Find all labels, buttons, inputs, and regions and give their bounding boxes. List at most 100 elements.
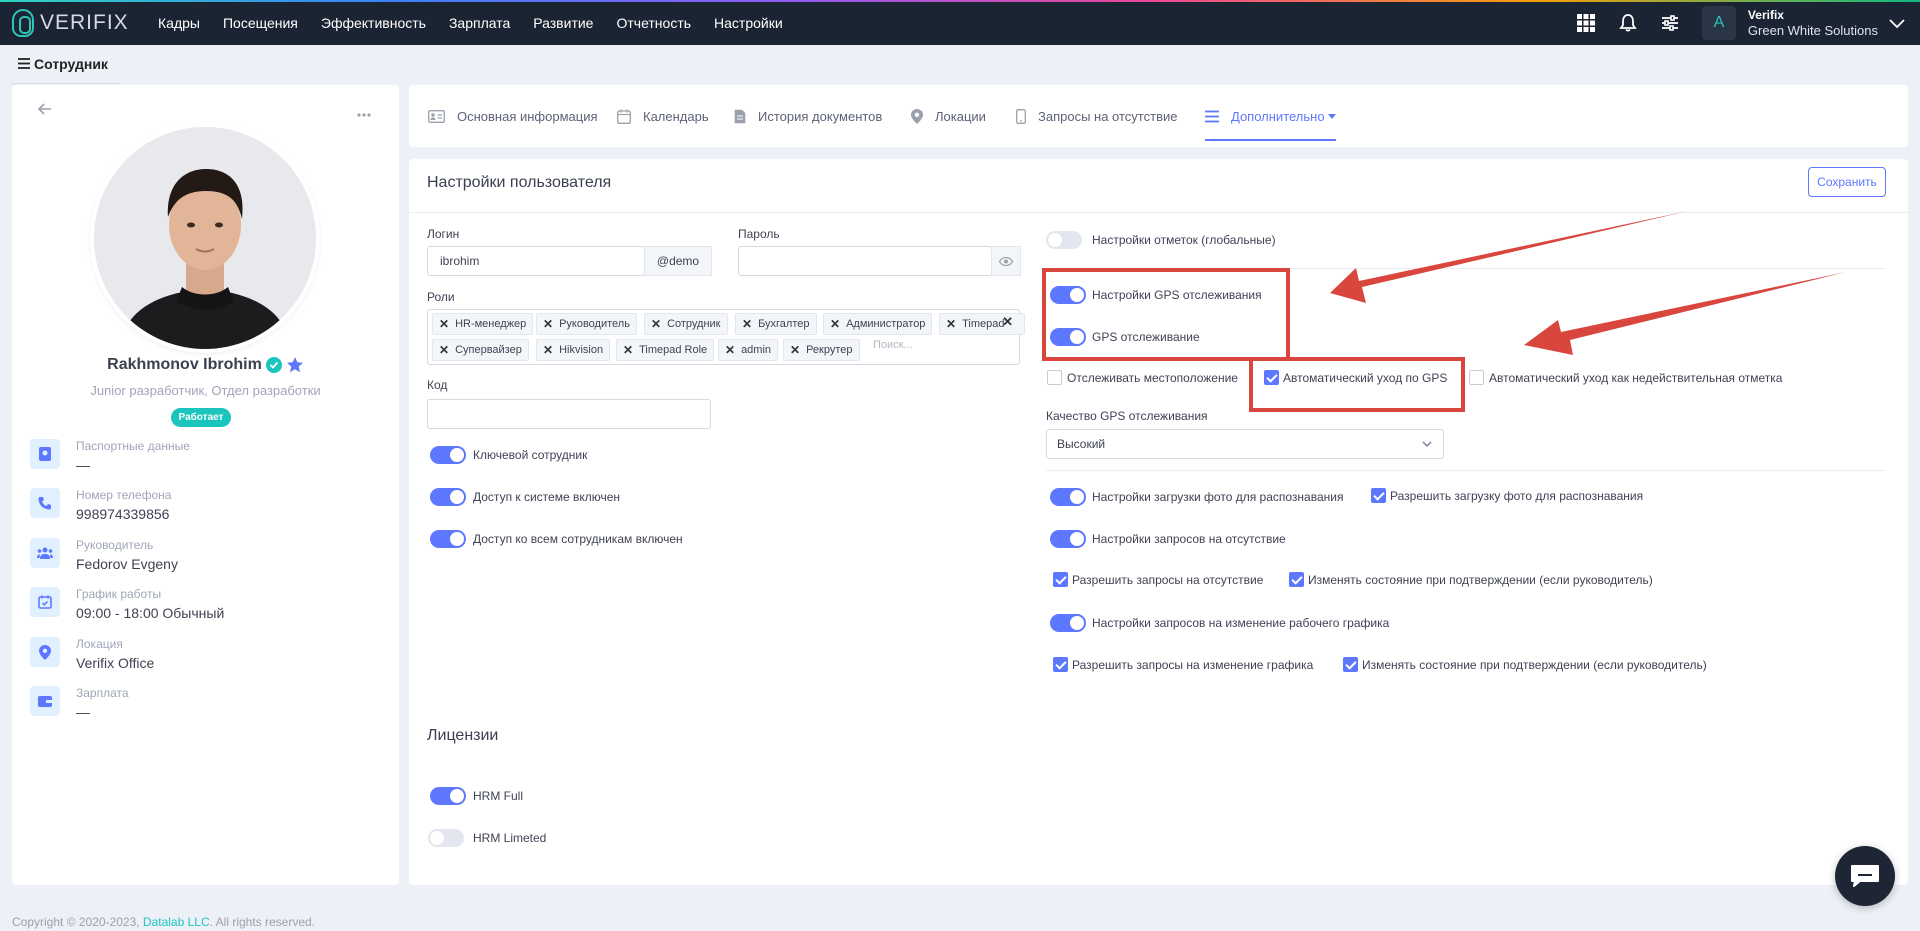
footer: Copyright © 2020-2023, Datalab LLC. All … — [12, 915, 315, 929]
nav-item-reports[interactable]: Отчетность — [616, 15, 691, 31]
tab-absence-requests[interactable]: Запросы на отсутствие — [1016, 85, 1177, 147]
password-label: Пароль — [738, 227, 780, 241]
more-horizontal-icon[interactable] — [357, 105, 371, 120]
track-location-checkbox[interactable] — [1047, 370, 1062, 385]
role-chip-label: Руководитель — [559, 318, 630, 330]
tab-locations[interactable]: Локации — [911, 85, 986, 147]
user-settings-title: Настройки пользователя — [427, 174, 612, 191]
nav-item-kadry[interactable]: Кадры — [158, 15, 200, 31]
track-location-label: Отслеживать местоположение — [1067, 371, 1238, 385]
nav-item-salary[interactable]: Зарплата — [449, 15, 510, 31]
schedule-change-state-label: Изменять состояние при подтверждении (ес… — [1362, 658, 1707, 672]
hrm-full-toggle[interactable] — [430, 787, 466, 805]
role-chip[interactable]: ✕ Бухгалтер — [735, 313, 817, 335]
schedule-requests-toggle[interactable] — [1050, 614, 1086, 632]
save-button[interactable]: Сохранить — [1808, 167, 1886, 197]
clear-all-icon[interactable]: ✕ — [1002, 314, 1013, 330]
remove-icon[interactable]: ✕ — [651, 317, 661, 331]
auto-leave-invalid-checkbox[interactable] — [1469, 370, 1484, 385]
info-value: Fedorov Evgeny — [76, 556, 178, 572]
role-chip-label: Timepad Role — [639, 344, 708, 356]
remove-icon[interactable]: ✕ — [543, 317, 553, 331]
role-chip[interactable]: ✕ HR-менеджер — [432, 313, 534, 335]
all-employees-access-toggle[interactable] — [430, 530, 466, 548]
login-input[interactable]: ibrohim — [427, 246, 645, 276]
allow-photo-checkbox[interactable] — [1371, 488, 1386, 503]
remove-icon[interactable]: ✕ — [439, 343, 449, 357]
footer-suffix: . All rights reserved. — [209, 915, 316, 929]
apps-grid-icon[interactable] — [1576, 13, 1596, 33]
arrow-left-icon[interactable] — [37, 102, 52, 119]
code-input[interactable] — [427, 399, 711, 429]
allow-absence-checkbox[interactable] — [1053, 572, 1068, 587]
remove-icon[interactable]: ✕ — [790, 343, 800, 357]
role-chip[interactable]: ✕ Сотрудник — [644, 313, 728, 335]
licenses-title: Лицензии — [427, 727, 499, 744]
remove-icon[interactable]: ✕ — [439, 317, 449, 331]
role-chip-label: Супервайзер — [455, 344, 522, 356]
remove-icon[interactable]: ✕ — [623, 343, 633, 357]
role-chip[interactable]: ✕ Hikvision — [536, 339, 611, 361]
chat-button[interactable] — [1835, 846, 1895, 906]
account-avatar[interactable]: A — [1701, 5, 1736, 40]
nav-item-attendance[interactable]: Посещения — [223, 15, 298, 31]
key-employee-label: Ключевой сотрудник — [473, 448, 588, 462]
schedule-change-state-checkbox[interactable] — [1343, 657, 1358, 672]
remove-icon[interactable]: ✕ — [830, 317, 840, 331]
calendar-icon — [617, 109, 631, 124]
role-chip-label: Администратор — [846, 318, 926, 330]
bell-icon[interactable] — [1618, 13, 1638, 33]
remove-icon[interactable]: ✕ — [543, 343, 553, 357]
allow-schedule-label: Разрешить запросы на изменение графика — [1072, 658, 1314, 672]
marks-global-toggle[interactable] — [1046, 231, 1082, 249]
role-chip[interactable]: ✕ Timepad Role — [616, 339, 715, 361]
roles-multiselect[interactable]: ✕ HR-менеджер ✕ Руководитель ✕ Сотрудник ✕ Б… — [427, 309, 1026, 365]
system-access-label: Доступ к системе включен — [473, 490, 621, 504]
key-employee-toggle[interactable] — [430, 446, 466, 464]
hrm-limited-toggle[interactable] — [428, 829, 464, 847]
system-access-toggle[interactable] — [430, 488, 466, 506]
tab-additional[interactable]: Дополнительно — [1205, 85, 1336, 147]
page-title: Сотрудник — [18, 56, 108, 72]
logo-text: VERIFIX — [40, 10, 129, 34]
tab-main-info[interactable]: Основная информация — [428, 85, 598, 147]
absence-requests-toggle[interactable] — [1050, 530, 1086, 548]
gps-quality-select[interactable]: Высокий — [1046, 429, 1444, 459]
chevron-down-icon[interactable] — [1886, 12, 1908, 34]
photo-upload-toggle[interactable] — [1050, 488, 1086, 506]
roles-search-input[interactable]: Поиск... — [873, 339, 913, 351]
remove-icon[interactable]: ✕ — [742, 317, 752, 331]
caret-down-icon — [1327, 113, 1336, 119]
nav-item-settings[interactable]: Настройки — [714, 15, 783, 31]
remove-icon[interactable]: ✕ — [946, 317, 956, 331]
tab-document-history[interactable]: История документов — [734, 85, 882, 147]
star-icon[interactable] — [286, 356, 304, 374]
absence-change-state-checkbox[interactable] — [1289, 572, 1304, 587]
sliders-icon[interactable] — [1660, 13, 1680, 33]
password-input[interactable] — [738, 246, 992, 276]
all-employees-access-label: Доступ ко всем сотрудникам включен — [473, 532, 683, 546]
hrm-limited-label: HRM Limeted — [473, 831, 547, 845]
role-chip[interactable]: ✕ admin — [718, 339, 779, 361]
logo[interactable]: VERIFIX — [12, 8, 132, 37]
account-info[interactable]: Verifix Green White Solutions — [1748, 8, 1878, 38]
remove-icon[interactable]: ✕ — [725, 343, 735, 357]
menu-icon[interactable] — [18, 56, 30, 72]
verified-icon — [265, 357, 282, 373]
role-chip[interactable]: ✕ Рекрутер — [783, 339, 860, 361]
tab-label: Дополнительно — [1231, 108, 1325, 124]
login-label: Логин — [427, 227, 460, 241]
role-chip[interactable]: ✕ Супервайзер — [432, 339, 529, 361]
tab-label: Запросы на отсутствие — [1038, 108, 1178, 124]
info-location: Локация Verifix Office — [30, 637, 154, 673]
nav-item-efficiency[interactable]: Эффективность — [321, 15, 426, 31]
nav-item-development[interactable]: Развитие — [533, 15, 593, 31]
chevron-down-icon — [1421, 438, 1433, 453]
eye-icon[interactable] — [991, 246, 1021, 276]
tab-calendar[interactable]: Календарь — [617, 85, 709, 147]
role-chip-label: Hikvision — [559, 344, 604, 356]
role-chip[interactable]: ✕ Администратор — [823, 313, 933, 335]
footer-company-link[interactable]: Datalab LLC — [143, 915, 210, 929]
allow-schedule-checkbox[interactable] — [1053, 657, 1068, 672]
role-chip[interactable]: ✕ Руководитель — [536, 313, 637, 335]
